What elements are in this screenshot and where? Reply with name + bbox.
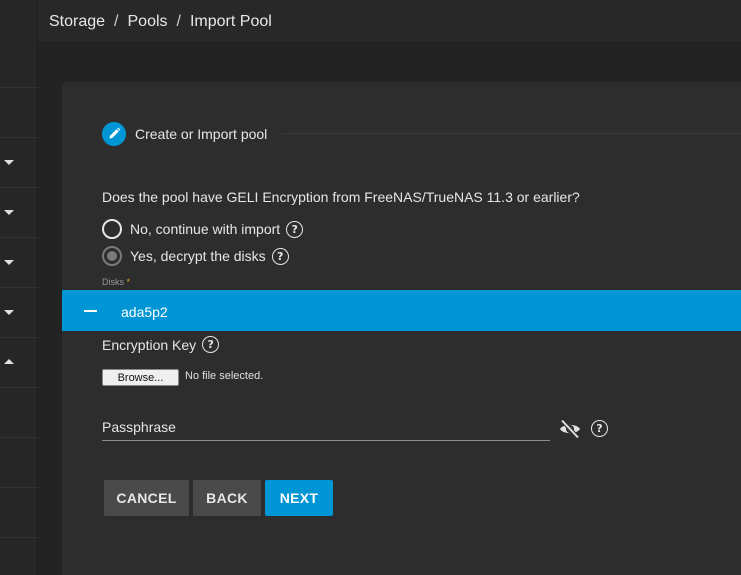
breadcrumb-storage[interactable]: Storage xyxy=(49,13,105,30)
help-icon[interactable]: ? xyxy=(271,247,289,265)
breadcrumb-separator: / xyxy=(176,13,181,30)
help-icon[interactable]: ? xyxy=(286,220,304,238)
encryption-key-text: Encryption Key xyxy=(102,336,197,353)
breadcrumb-pools[interactable]: Pools xyxy=(128,13,168,30)
breadcrumb-separator: / xyxy=(114,13,119,30)
sidebar-item[interactable] xyxy=(0,437,38,487)
step-divider xyxy=(282,133,741,134)
step-title: Create or Import pool xyxy=(135,126,268,142)
radio-button[interactable] xyxy=(102,219,122,239)
disks-label-text: Disks xyxy=(102,277,124,285)
chevron-down-icon xyxy=(4,260,14,265)
chevron-down-icon xyxy=(4,160,14,165)
chevron-down-icon xyxy=(4,310,14,315)
sidebar-item[interactable] xyxy=(0,137,38,187)
passphrase-field[interactable]: Passphrase xyxy=(102,419,176,435)
breadcrumb: Storage / Pools / Import Pool xyxy=(49,13,272,31)
radio-option-yes[interactable]: Yes, decrypt the disks ? xyxy=(102,246,289,266)
sidebar xyxy=(0,0,38,575)
sidebar-item[interactable] xyxy=(0,387,38,437)
radio-button[interactable] xyxy=(102,246,122,266)
no-file-text: No file selected. xyxy=(185,370,264,382)
sidebar-item[interactable] xyxy=(0,287,38,337)
eye-off-icon[interactable] xyxy=(558,418,582,440)
sidebar-item[interactable] xyxy=(0,337,38,387)
help-icon[interactable]: ? xyxy=(202,336,220,353)
help-icon[interactable]: ? xyxy=(591,420,608,437)
back-button[interactable]: BACK xyxy=(193,480,261,516)
pencil-icon xyxy=(102,122,126,146)
passphrase-underline xyxy=(102,440,550,441)
sidebar-item[interactable] xyxy=(0,187,38,237)
cancel-button[interactable]: CANCEL xyxy=(104,480,189,516)
sidebar-item[interactable] xyxy=(0,537,38,575)
sidebar-item[interactable] xyxy=(0,487,38,537)
radio-label[interactable]: Yes, decrypt the disks xyxy=(130,248,266,264)
sidebar-item[interactable] xyxy=(0,237,38,287)
browse-button[interactable]: Browse... xyxy=(102,369,179,386)
chevron-up-icon xyxy=(4,359,14,364)
disk-name[interactable]: ada5p2 xyxy=(121,304,168,320)
chevron-down-icon xyxy=(4,210,14,215)
radio-option-no[interactable]: No, continue with import ? xyxy=(102,219,304,239)
required-marker: * xyxy=(126,277,131,285)
sidebar-item[interactable] xyxy=(0,87,38,137)
radio-label[interactable]: No, continue with import xyxy=(130,221,280,237)
breadcrumb-import-pool: Import Pool xyxy=(189,13,272,30)
encryption-key-label: Encryption Key ? xyxy=(102,336,220,353)
geli-question: Does the pool have GELI Encryption from … xyxy=(102,189,580,205)
top-bar: Storage / Pools / Import Pool xyxy=(38,0,741,43)
minus-icon xyxy=(84,310,97,312)
disks-label: Disks * xyxy=(102,277,130,285)
next-button[interactable]: NEXT xyxy=(265,480,333,516)
